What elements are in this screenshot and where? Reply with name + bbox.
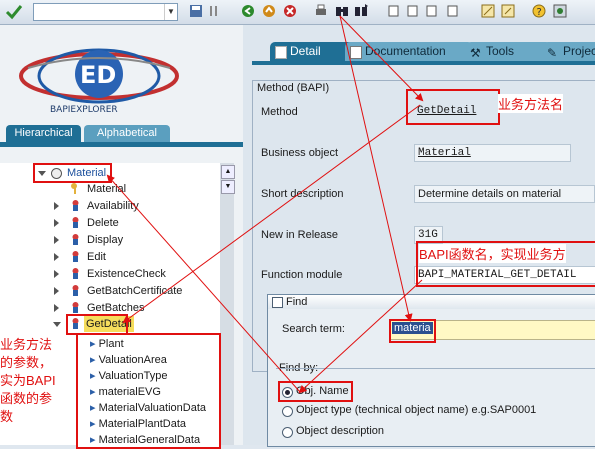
arrow-to-getdetail — [122, 104, 421, 324]
annotation-arrows — [106, 15, 424, 394]
arrow-to-method — [339, 15, 424, 102]
arrow-to-search — [339, 15, 413, 322]
arrow-to-objname — [298, 279, 423, 394]
arrow-to-root — [106, 174, 301, 393]
